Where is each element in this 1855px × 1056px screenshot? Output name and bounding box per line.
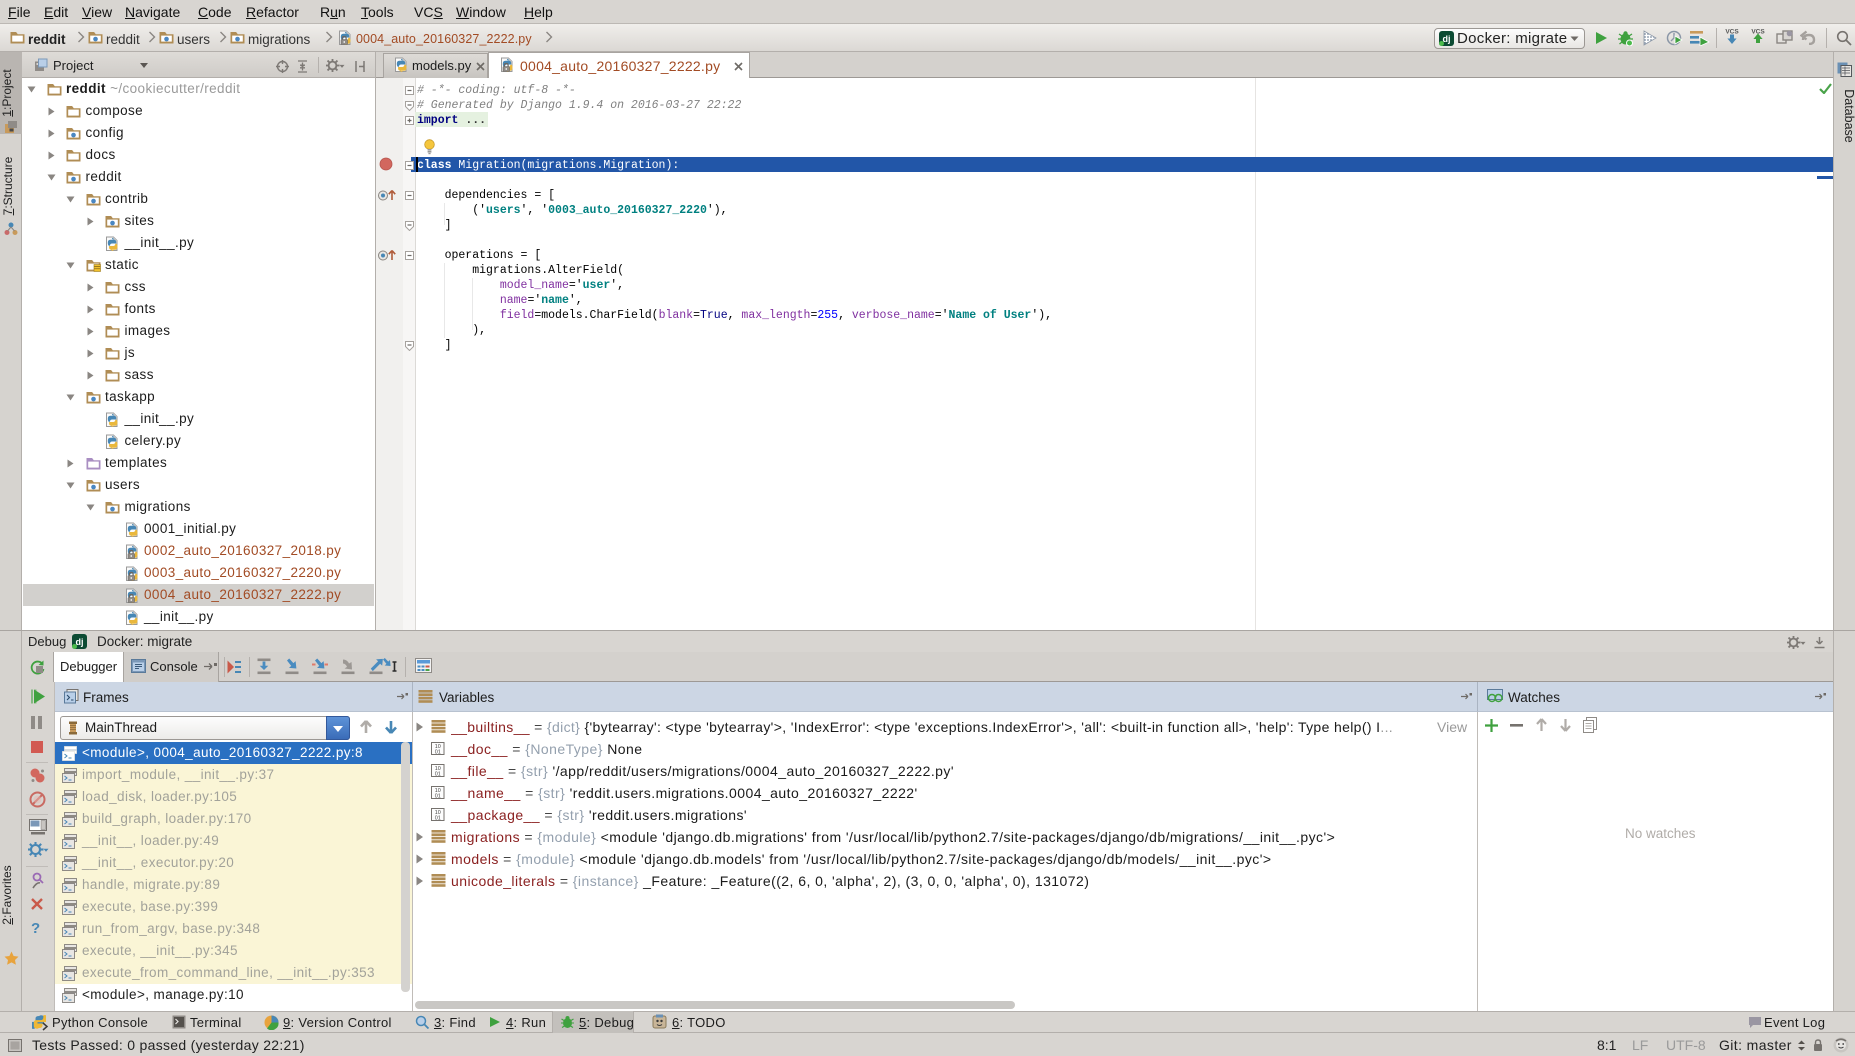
svg-text:01: 01 [435,793,441,799]
svg-text:VCS: VCS [1725,29,1739,36]
svg-text:01: 01 [435,771,441,777]
svg-text:01: 01 [435,815,441,821]
svg-text:01: 01 [435,749,441,755]
